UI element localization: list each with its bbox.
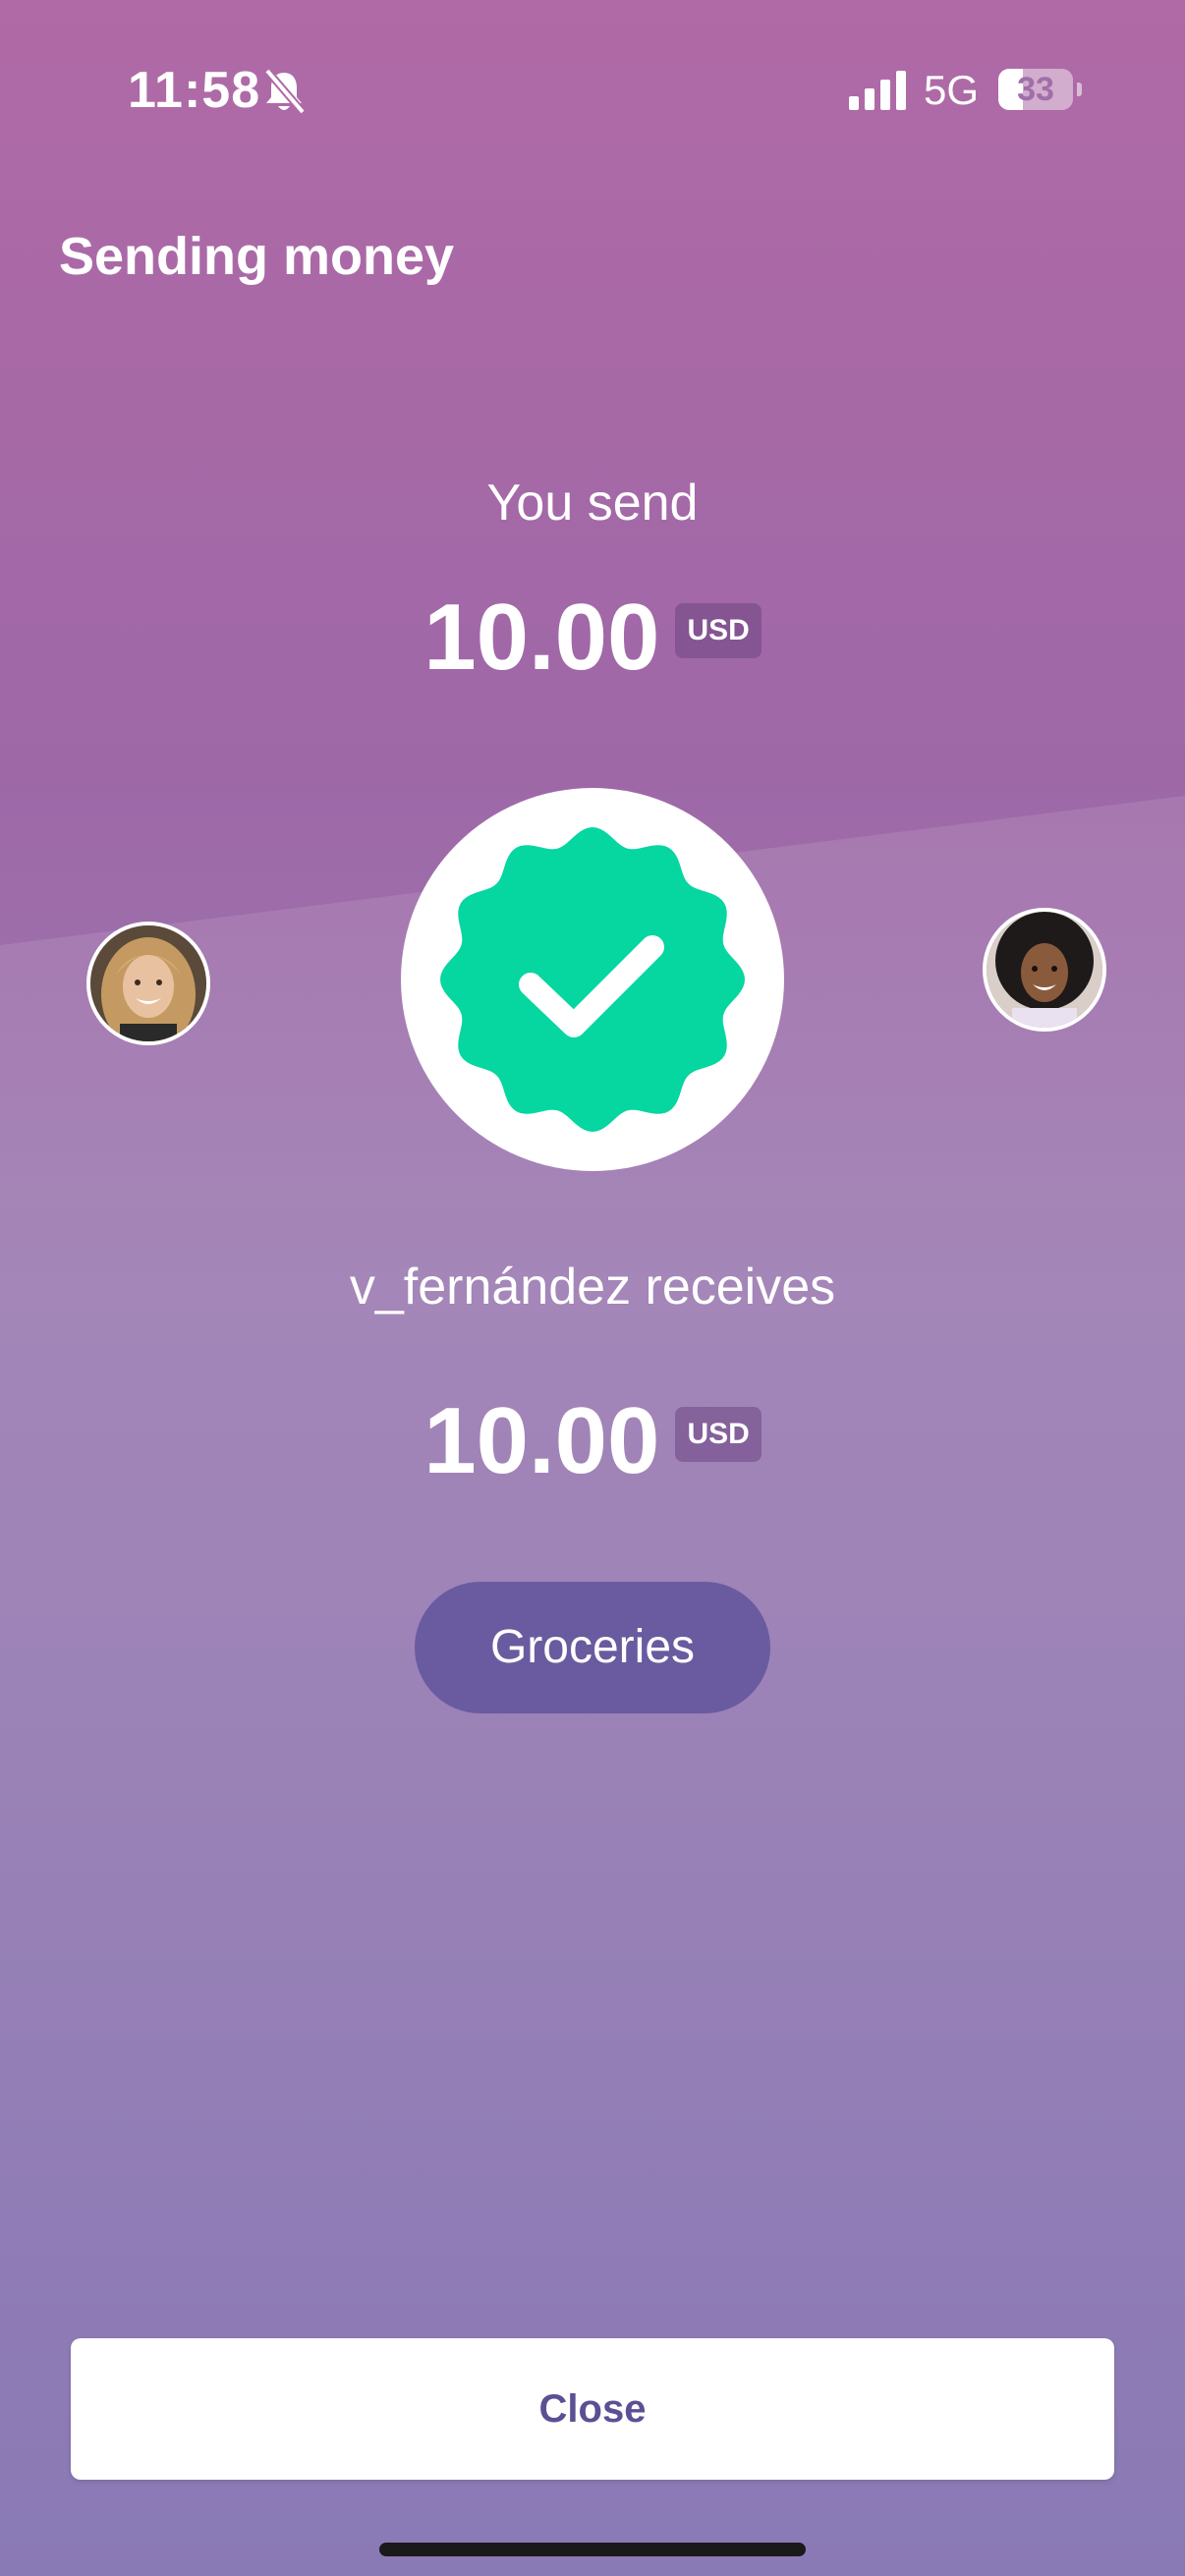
cellular-signal-icon [849,71,906,110]
category-chip[interactable]: Groceries [415,1582,770,1713]
bell-slash-icon [263,68,307,115]
receive-caption: v_fernández receives [349,1259,836,1316]
receive-amount: 10.00 [423,1388,660,1493]
send-amount: 10.00 [423,585,660,690]
success-indicator [401,788,784,1171]
battery-tip [1077,83,1082,96]
sender-avatar [86,922,210,1045]
sender-avatar-image [90,925,206,1041]
send-currency-badge: USD [675,603,762,658]
close-button[interactable]: Close [71,2338,1114,2480]
send-caption: You send [486,475,699,532]
home-indicator[interactable] [379,2543,806,2556]
receive-amount-row: 10.00 USD [0,1387,1185,1495]
success-screen: 11:58 5G 33 Sending money You send 10.00… [0,0,1185,2576]
status-time: 11:58 [128,62,261,119]
recipient-avatar-image [987,912,1102,1028]
recipient-avatar [983,908,1106,1032]
checkmark-badge-icon [440,827,745,1132]
battery-icon: 33 [998,69,1073,110]
battery-level: 33 [1017,71,1054,108]
network-type: 5G [924,67,980,113]
receive-currency-badge: USD [675,1407,762,1462]
send-amount-row: 10.00 USD [0,584,1185,692]
page-title: Sending money [59,227,455,286]
